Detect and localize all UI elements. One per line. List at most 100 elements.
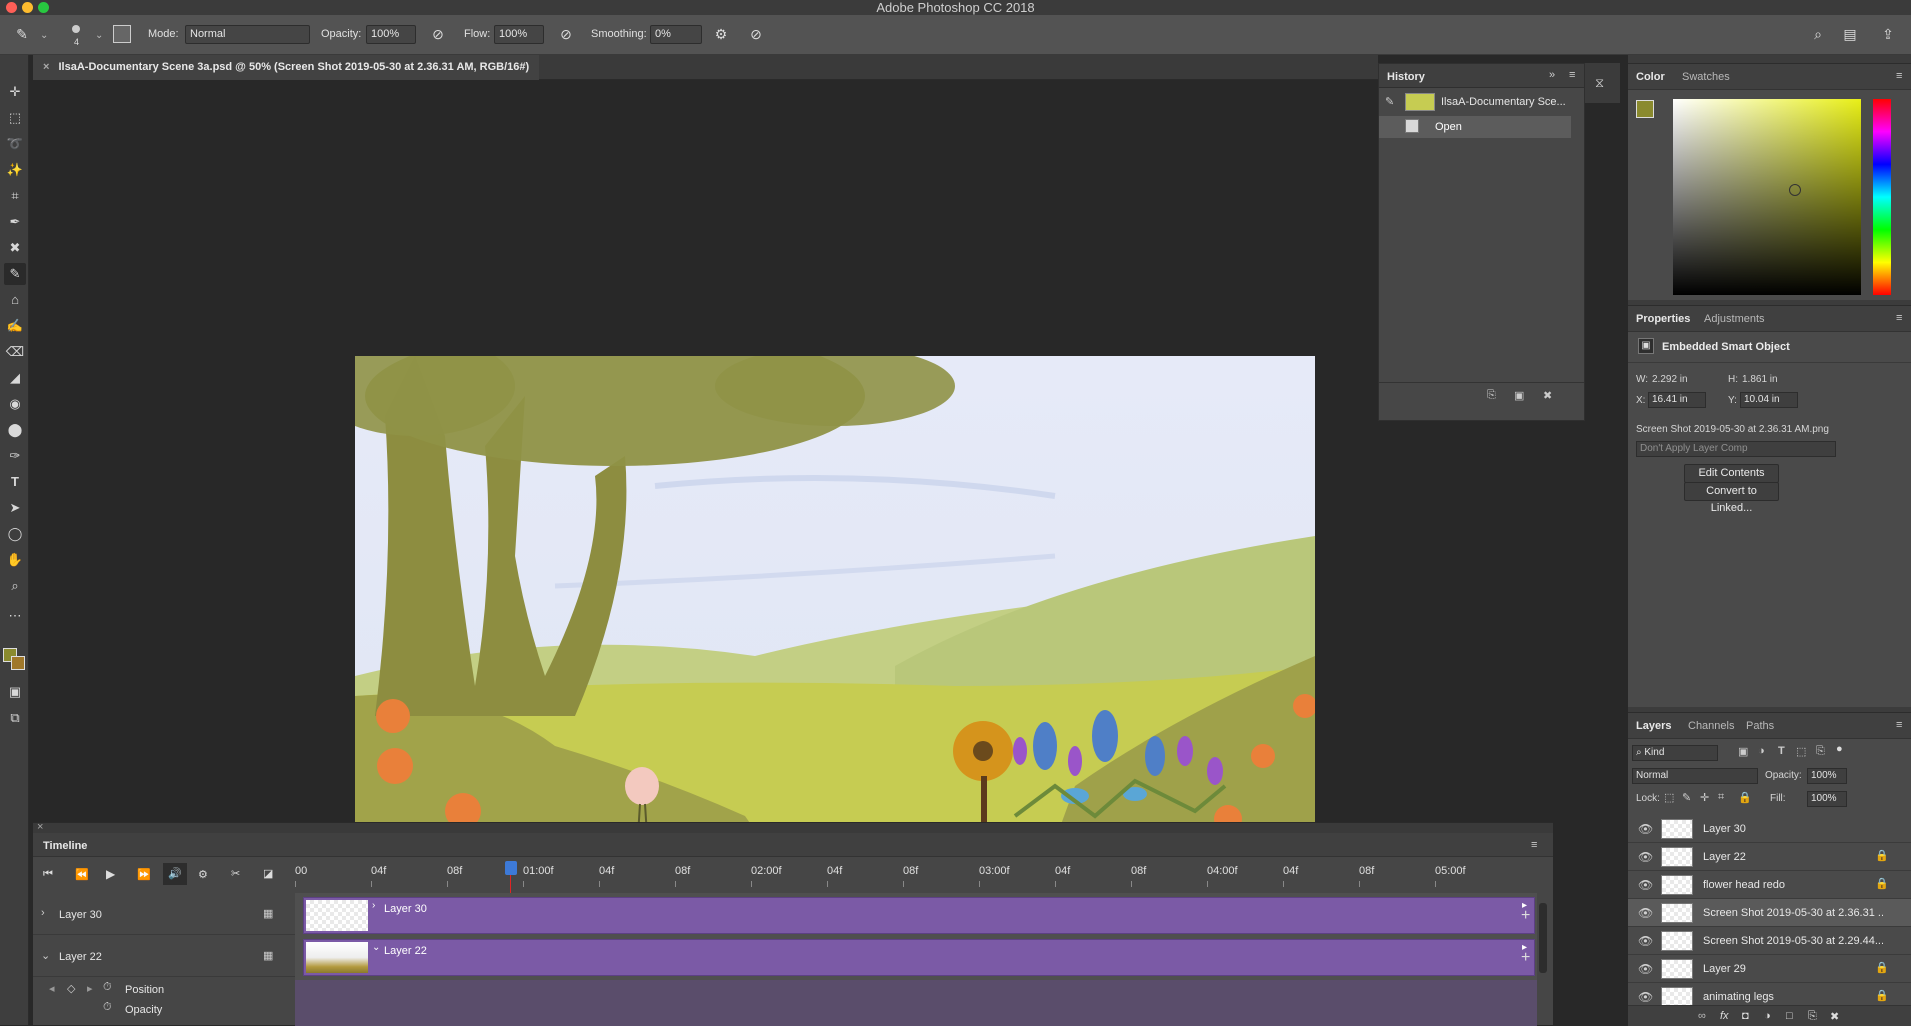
flow-field[interactable]: 100% — [494, 25, 544, 44]
timeline-clip[interactable]: ⌄ Layer 22 ▸ — [303, 939, 1535, 976]
layer-mask-icon[interactable]: ◘ — [1742, 1010, 1749, 1022]
workspace-icon[interactable]: ▤ — [1840, 24, 1860, 44]
lock-transparency-icon[interactable]: ⬚ — [1664, 791, 1674, 804]
eye-icon[interactable]: 👁 — [1638, 906, 1653, 920]
filter-shape-icon[interactable]: ⬚ — [1796, 745, 1806, 758]
history-state-row[interactable]: Open — [1379, 116, 1571, 138]
pressure-opacity-icon[interactable]: ⊘ — [428, 24, 448, 44]
brush-tool-icon[interactable]: ✎ — [4, 263, 26, 285]
lasso-tool-icon[interactable]: ➰ — [4, 133, 26, 155]
screen-mode-icon[interactable]: ⧉ — [4, 707, 26, 729]
close-window-button[interactable] — [6, 2, 17, 13]
x-position-field[interactable]: 16.41 in — [1648, 392, 1706, 408]
magic-wand-tool-icon[interactable]: ✨ — [4, 159, 26, 181]
edit-contents-button[interactable]: Edit Contents — [1684, 464, 1779, 483]
close-panel-icon[interactable]: × — [37, 821, 43, 833]
eyedropper-tool-icon[interactable]: ✒ — [4, 211, 26, 233]
canvas-area[interactable] — [33, 80, 1378, 896]
link-layers-icon[interactable]: ∞ — [1698, 1010, 1706, 1022]
hue-slider[interactable] — [1873, 99, 1891, 295]
blur-tool-icon[interactable]: ◉ — [4, 393, 26, 415]
panel-menu-icon[interactable]: ≡ — [1896, 312, 1902, 324]
previous-keyframe-icon[interactable]: ◂ — [49, 982, 55, 995]
chevron-down-icon[interactable]: ⌄ — [41, 949, 50, 962]
eye-icon[interactable]: 👁 — [1638, 850, 1653, 864]
background-color-swatch[interactable] — [11, 656, 25, 670]
more-tools-icon[interactable]: ⋯ — [4, 605, 26, 627]
color-tab[interactable]: Color — [1636, 71, 1665, 83]
y-position-field[interactable]: 10.04 in — [1740, 392, 1798, 408]
layers-tab[interactable]: Layers — [1636, 720, 1671, 732]
history-panel-icon[interactable]: ⧖ — [1595, 75, 1604, 91]
chevron-right-icon[interactable]: › — [41, 907, 45, 919]
search-icon[interactable]: ⌕ — [1808, 24, 1828, 44]
add-media-icon[interactable]: + — [1521, 949, 1530, 967]
brush-preset-icon[interactable] — [72, 25, 80, 33]
properties-tab[interactable]: Properties — [1636, 313, 1690, 325]
blend-mode-select[interactable]: Normal — [1632, 768, 1758, 784]
track-header[interactable]: ⌄ Layer 22 ▦ — [33, 935, 295, 977]
previous-frame-icon[interactable]: ⏪ — [75, 868, 89, 881]
adjustment-layer-icon[interactable]: ◑ — [1764, 1010, 1771, 1022]
layer-comp-select[interactable]: Don't Apply Layer Comp — [1636, 441, 1836, 457]
pressure-size-icon[interactable]: ⊘ — [746, 24, 766, 44]
transition-icon[interactable]: ◪ — [263, 867, 273, 880]
eye-icon[interactable]: 👁 — [1638, 990, 1653, 1004]
pen-tool-icon[interactable]: ✑ — [4, 445, 26, 467]
layer-row[interactable]: 👁 Layer 30 — [1628, 815, 1911, 843]
layer-row[interactable]: 👁 animating legs 🔒 — [1628, 983, 1911, 1005]
history-tab[interactable]: History — [1387, 71, 1425, 83]
layer-row[interactable]: 👁 Screen Shot 2019-05-30 at 2.29.44... — [1628, 927, 1911, 955]
paths-tab[interactable]: Paths — [1746, 720, 1774, 732]
eye-icon[interactable]: 👁 — [1638, 934, 1653, 948]
lock-all-icon[interactable]: 🔒 — [1738, 791, 1752, 804]
eye-icon[interactable]: 👁 — [1638, 822, 1653, 836]
new-group-icon[interactable]: □ — [1786, 1010, 1793, 1022]
new-layer-icon[interactable]: ⎘ — [1808, 1010, 1817, 1023]
channels-tab[interactable]: Channels — [1688, 720, 1734, 732]
opacity-field[interactable]: 100% — [366, 25, 416, 44]
stopwatch-icon[interactable]: ⏱ — [103, 981, 112, 994]
next-frame-icon[interactable]: ⏩ — [137, 868, 151, 881]
filter-pixel-icon[interactable]: ▣ — [1738, 745, 1748, 758]
panel-menu-icon[interactable]: ≡ — [1531, 839, 1537, 851]
move-tool-icon[interactable]: ✛ — [4, 81, 26, 103]
layer-opacity-field[interactable]: 100% — [1807, 768, 1847, 784]
eye-icon[interactable]: 👁 — [1638, 878, 1653, 892]
adjustments-tab[interactable]: Adjustments — [1704, 313, 1765, 325]
path-selection-tool-icon[interactable]: ➤ — [4, 497, 26, 519]
minimize-window-button[interactable] — [22, 2, 33, 13]
document-tab[interactable]: × IlsaA-Documentary Scene 3a.psd @ 50% (… — [33, 55, 540, 80]
color-picker-cursor[interactable] — [1789, 184, 1801, 196]
fill-field[interactable]: 100% — [1807, 791, 1847, 807]
split-clip-icon[interactable]: ✂ — [231, 867, 240, 880]
history-brush-source-icon[interactable]: ✎ — [1385, 95, 1394, 108]
gear-icon[interactable]: ⚙ — [198, 868, 208, 881]
lock-artboard-icon[interactable]: ⌗ — [1718, 791, 1724, 804]
filmstrip-icon[interactable]: ▦ — [263, 907, 273, 920]
gear-icon[interactable]: ⚙ — [711, 24, 731, 44]
audio-icon[interactable]: 🔊 — [163, 863, 187, 885]
chevron-down-icon[interactable]: ⌄ — [95, 30, 103, 41]
trash-icon[interactable]: ✖ — [1830, 1010, 1839, 1023]
timeline-scrollbar[interactable] — [1539, 903, 1547, 973]
convert-to-linked-button[interactable]: Convert to Linked... — [1684, 482, 1779, 514]
layer-row[interactable]: 👁 Layer 22 🔒 — [1628, 843, 1911, 871]
layer-row[interactable]: 👁 Layer 29 🔒 — [1628, 955, 1911, 983]
dodge-tool-icon[interactable]: ⬤ — [4, 419, 26, 441]
add-keyframe-icon[interactable]: ◇ — [67, 982, 75, 995]
new-document-from-state-icon[interactable]: ⎘ — [1487, 389, 1496, 402]
height-value[interactable]: 1.861 in — [1742, 374, 1778, 385]
airbrush-icon[interactable]: ⊘ — [556, 24, 576, 44]
next-keyframe-icon[interactable]: ▸ — [87, 982, 93, 995]
close-tab-icon[interactable]: × — [43, 61, 49, 73]
playhead-handle[interactable] — [505, 861, 517, 875]
artwork-canvas[interactable] — [355, 356, 1315, 896]
play-icon[interactable]: ▶ — [106, 867, 115, 881]
brush-settings-icon[interactable] — [113, 25, 131, 43]
layer-style-icon[interactable]: fx — [1720, 1010, 1729, 1022]
filter-smart-object-icon[interactable]: ⎘ — [1816, 745, 1825, 758]
brush-tool-icon[interactable]: ✎ — [12, 24, 32, 44]
type-tool-icon[interactable]: T — [4, 471, 26, 493]
clone-stamp-tool-icon[interactable]: ⌂ — [4, 289, 26, 311]
